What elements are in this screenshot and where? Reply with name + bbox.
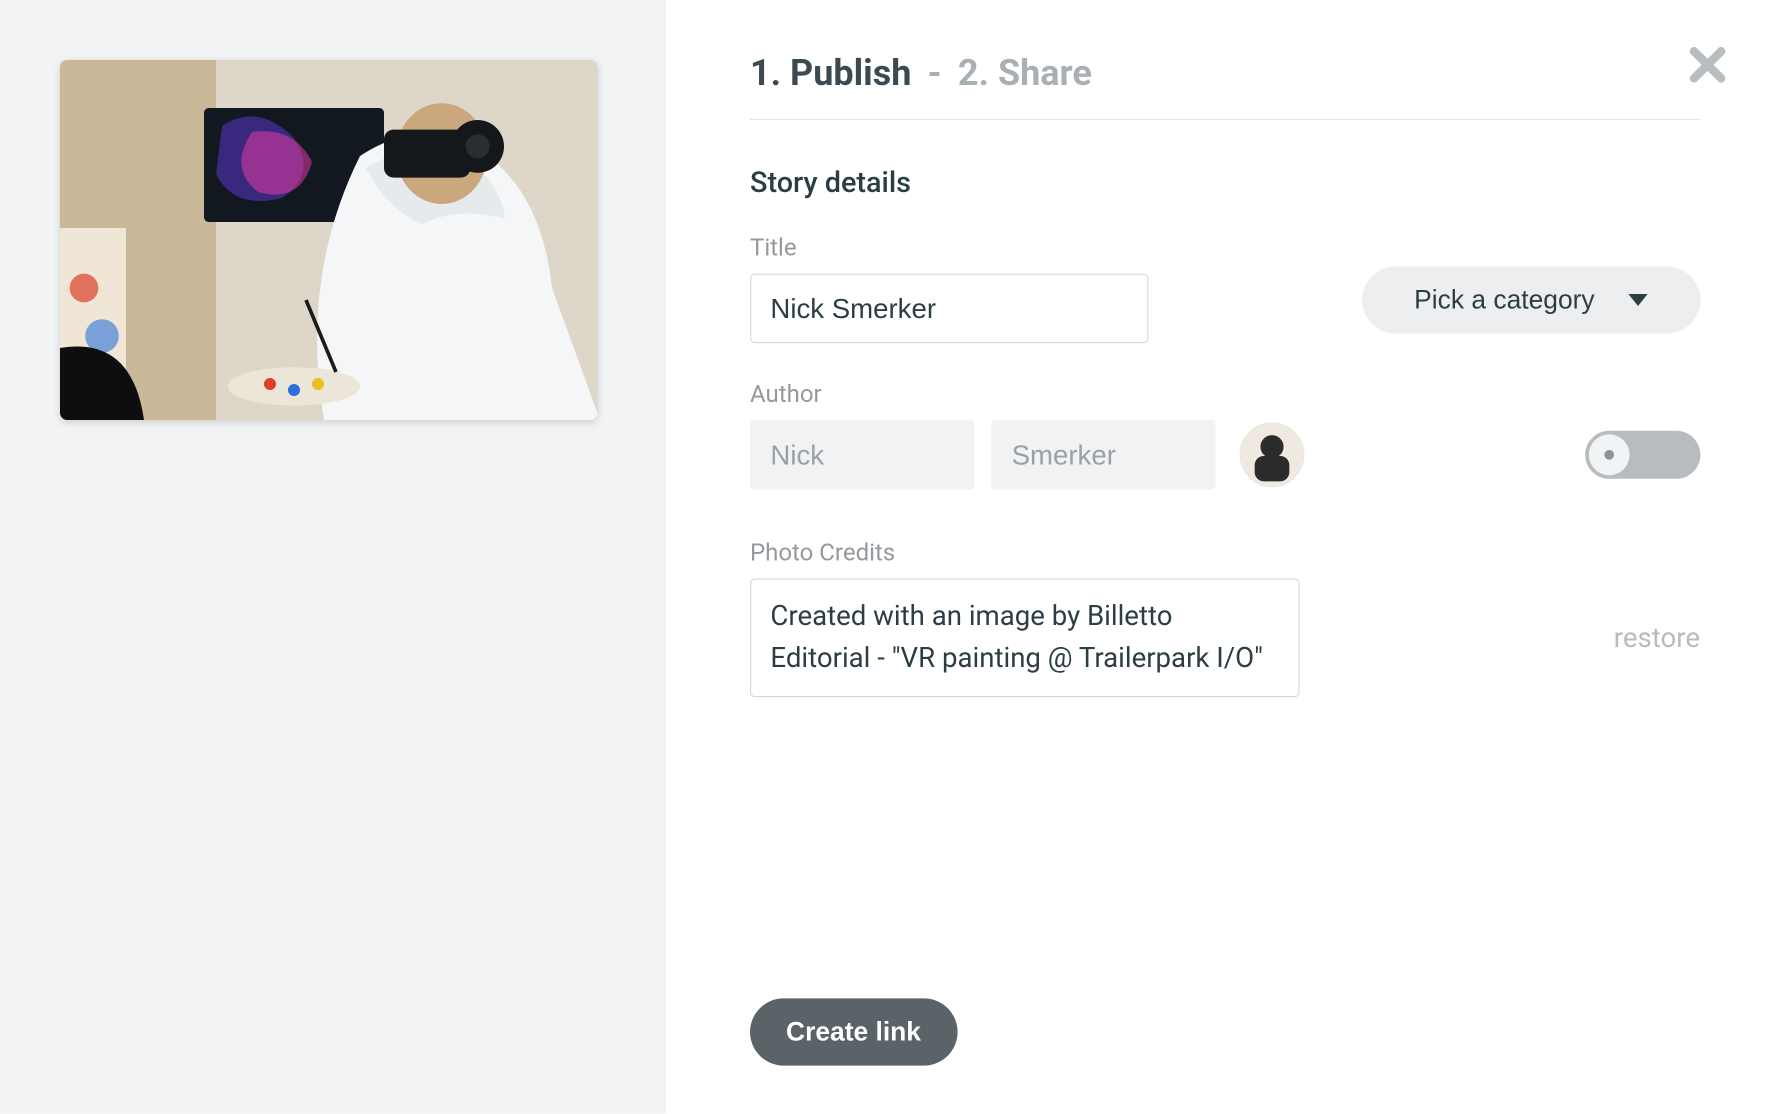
publish-dialog: 1. Publish - 2. Share Story details Titl… xyxy=(0,0,1784,1114)
title-label: Title xyxy=(750,233,1148,262)
author-visible-toggle[interactable] xyxy=(1585,431,1700,479)
preview-pane xyxy=(0,0,666,1114)
credits-input[interactable] xyxy=(750,578,1300,697)
create-link-button[interactable]: Create link xyxy=(750,999,957,1066)
author-avatar[interactable] xyxy=(1240,422,1305,487)
author-row xyxy=(750,420,1700,490)
wizard-steps: 1. Publish - 2. Share xyxy=(750,53,1700,120)
toggle-knob xyxy=(1588,434,1629,475)
step-current: 1. Publish xyxy=(750,53,911,95)
chevron-down-icon xyxy=(1628,294,1647,306)
category-placeholder: Pick a category xyxy=(1414,284,1594,315)
section-heading: Story details xyxy=(750,166,1700,200)
category-dropdown[interactable]: Pick a category xyxy=(1362,266,1700,333)
close-button[interactable] xyxy=(1683,41,1731,89)
author-first-input[interactable] xyxy=(750,420,974,490)
title-row: Title Pick a category xyxy=(750,233,1700,343)
step-separator: - xyxy=(928,53,942,95)
toggle-dot-icon xyxy=(1604,450,1614,460)
dialog-footer: Create link xyxy=(750,963,1700,1066)
credits-row: restore xyxy=(750,578,1700,697)
credits-label: Photo Credits xyxy=(750,538,1700,567)
story-preview-image xyxy=(60,60,598,420)
author-last-input[interactable] xyxy=(991,420,1215,490)
restore-link[interactable]: restore xyxy=(1614,622,1700,654)
author-label: Author xyxy=(750,379,1700,408)
form-pane: 1. Publish - 2. Share Story details Titl… xyxy=(666,0,1784,1114)
title-input[interactable] xyxy=(750,274,1148,344)
close-icon xyxy=(1687,44,1728,85)
step-next[interactable]: 2. Share xyxy=(958,53,1092,95)
